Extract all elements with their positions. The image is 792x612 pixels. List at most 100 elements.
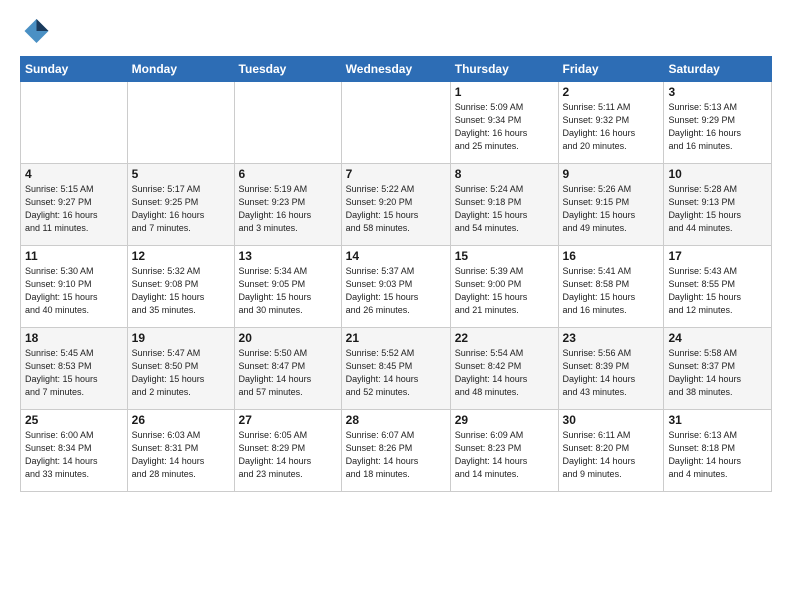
calendar-cell: 6 Sunrise: 5:19 AM Sunset: 9:23 PM Daylig…	[234, 164, 341, 246]
day-number: 28	[346, 413, 446, 427]
calendar-day-header: Sunday	[21, 57, 128, 82]
calendar-cell: 28 Sunrise: 6:07 AM Sunset: 8:26 PM Dayli…	[341, 410, 450, 492]
calendar-cell: 26 Sunrise: 6:03 AM Sunset: 8:31 PM Dayli…	[127, 410, 234, 492]
calendar-table: SundayMondayTuesdayWednesdayThursdayFrid…	[20, 56, 772, 492]
calendar-cell	[21, 82, 128, 164]
day-number: 8	[455, 167, 554, 181]
calendar-cell	[341, 82, 450, 164]
day-info: Sunrise: 6:07 AM Sunset: 8:26 PM Dayligh…	[346, 429, 446, 481]
calendar-cell: 29 Sunrise: 6:09 AM Sunset: 8:23 PM Dayli…	[450, 410, 558, 492]
calendar-body: 1Sunrise: 5:09 AM Sunset: 9:34 PM Daylig…	[21, 82, 772, 492]
calendar-cell: 8 Sunrise: 5:24 AM Sunset: 9:18 PM Daylig…	[450, 164, 558, 246]
day-info: Sunrise: 5:47 AM Sunset: 8:50 PM Dayligh…	[132, 347, 230, 399]
calendar-week-row: 4 Sunrise: 5:15 AM Sunset: 9:27 PM Daylig…	[21, 164, 772, 246]
day-info: Sunrise: 5:43 AM Sunset: 8:55 PM Dayligh…	[668, 265, 767, 317]
day-info: Sunrise: 5:28 AM Sunset: 9:13 PM Dayligh…	[668, 183, 767, 235]
calendar-cell: 11Sunrise: 5:30 AM Sunset: 9:10 PM Dayli…	[21, 246, 128, 328]
day-number: 2	[563, 85, 660, 99]
calendar-day-header: Wednesday	[341, 57, 450, 82]
calendar-cell: 25Sunrise: 6:00 AM Sunset: 8:34 PM Dayli…	[21, 410, 128, 492]
day-number: 10	[668, 167, 767, 181]
day-number: 30	[563, 413, 660, 427]
day-number: 14	[346, 249, 446, 263]
day-number: 27	[239, 413, 337, 427]
calendar-cell: 21 Sunrise: 5:52 AM Sunset: 8:45 PM Dayli…	[341, 328, 450, 410]
day-number: 19	[132, 331, 230, 345]
page: SundayMondayTuesdayWednesdayThursdayFrid…	[0, 0, 792, 612]
day-number: 7	[346, 167, 446, 181]
calendar-cell: 22Sunrise: 5:54 AM Sunset: 8:42 PM Dayli…	[450, 328, 558, 410]
day-info: Sunrise: 6:11 AM Sunset: 8:20 PM Dayligh…	[563, 429, 660, 481]
day-number: 24	[668, 331, 767, 345]
calendar-cell: 10 Sunrise: 5:28 AM Sunset: 9:13 PM Dayli…	[664, 164, 772, 246]
calendar-day-header: Tuesday	[234, 57, 341, 82]
day-number: 18	[25, 331, 123, 345]
calendar-cell	[234, 82, 341, 164]
calendar-cell: 3Sunrise: 5:13 AM Sunset: 9:29 PM Daylig…	[664, 82, 772, 164]
calendar-week-row: 1Sunrise: 5:09 AM Sunset: 9:34 PM Daylig…	[21, 82, 772, 164]
day-number: 21	[346, 331, 446, 345]
day-info: Sunrise: 5:26 AM Sunset: 9:15 PM Dayligh…	[563, 183, 660, 235]
header	[20, 16, 772, 46]
calendar-day-header: Saturday	[664, 57, 772, 82]
calendar-day-header: Thursday	[450, 57, 558, 82]
calendar-cell: 20 Sunrise: 5:50 AM Sunset: 8:47 PM Dayli…	[234, 328, 341, 410]
day-number: 4	[25, 167, 123, 181]
day-info: Sunrise: 5:30 AM Sunset: 9:10 PM Dayligh…	[25, 265, 123, 317]
day-info: Sunrise: 5:50 AM Sunset: 8:47 PM Dayligh…	[239, 347, 337, 399]
calendar-cell: 13 Sunrise: 5:34 AM Sunset: 9:05 PM Dayli…	[234, 246, 341, 328]
day-info: Sunrise: 5:54 AM Sunset: 8:42 PM Dayligh…	[455, 347, 554, 399]
calendar-week-row: 18 Sunrise: 5:45 AM Sunset: 8:53 PM Dayli…	[21, 328, 772, 410]
day-number: 29	[455, 413, 554, 427]
calendar-cell: 19 Sunrise: 5:47 AM Sunset: 8:50 PM Dayli…	[127, 328, 234, 410]
day-info: Sunrise: 5:34 AM Sunset: 9:05 PM Dayligh…	[239, 265, 337, 317]
calendar-cell: 15 Sunrise: 5:39 AM Sunset: 9:00 PM Dayli…	[450, 246, 558, 328]
day-number: 3	[668, 85, 767, 99]
day-info: Sunrise: 5:52 AM Sunset: 8:45 PM Dayligh…	[346, 347, 446, 399]
day-number: 26	[132, 413, 230, 427]
day-number: 12	[132, 249, 230, 263]
day-info: Sunrise: 5:37 AM Sunset: 9:03 PM Dayligh…	[346, 265, 446, 317]
day-info: Sunrise: 5:39 AM Sunset: 9:00 PM Dayligh…	[455, 265, 554, 317]
calendar-day-header: Monday	[127, 57, 234, 82]
day-number: 9	[563, 167, 660, 181]
day-info: Sunrise: 5:24 AM Sunset: 9:18 PM Dayligh…	[455, 183, 554, 235]
day-number: 17	[668, 249, 767, 263]
day-info: Sunrise: 6:05 AM Sunset: 8:29 PM Dayligh…	[239, 429, 337, 481]
calendar-cell: 23Sunrise: 5:56 AM Sunset: 8:39 PM Dayli…	[558, 328, 664, 410]
day-info: Sunrise: 5:58 AM Sunset: 8:37 PM Dayligh…	[668, 347, 767, 399]
day-info: Sunrise: 5:22 AM Sunset: 9:20 PM Dayligh…	[346, 183, 446, 235]
calendar-cell: 30 Sunrise: 6:11 AM Sunset: 8:20 PM Dayli…	[558, 410, 664, 492]
calendar-cell: 2 Sunrise: 5:11 AM Sunset: 9:32 PM Daylig…	[558, 82, 664, 164]
day-info: Sunrise: 5:19 AM Sunset: 9:23 PM Dayligh…	[239, 183, 337, 235]
day-info: Sunrise: 5:11 AM Sunset: 9:32 PM Dayligh…	[563, 101, 660, 153]
calendar-cell: 31Sunrise: 6:13 AM Sunset: 8:18 PM Dayli…	[664, 410, 772, 492]
day-number: 20	[239, 331, 337, 345]
day-number: 13	[239, 249, 337, 263]
calendar-header-row: SundayMondayTuesdayWednesdayThursdayFrid…	[21, 57, 772, 82]
day-info: Sunrise: 5:56 AM Sunset: 8:39 PM Dayligh…	[563, 347, 660, 399]
calendar-day-header: Friday	[558, 57, 664, 82]
calendar-cell: 12 Sunrise: 5:32 AM Sunset: 9:08 PM Dayli…	[127, 246, 234, 328]
calendar-cell: 17 Sunrise: 5:43 AM Sunset: 8:55 PM Dayli…	[664, 246, 772, 328]
day-info: Sunrise: 6:00 AM Sunset: 8:34 PM Dayligh…	[25, 429, 123, 481]
day-info: Sunrise: 6:03 AM Sunset: 8:31 PM Dayligh…	[132, 429, 230, 481]
calendar-cell: 1Sunrise: 5:09 AM Sunset: 9:34 PM Daylig…	[450, 82, 558, 164]
day-number: 31	[668, 413, 767, 427]
calendar-week-row: 11Sunrise: 5:30 AM Sunset: 9:10 PM Dayli…	[21, 246, 772, 328]
day-info: Sunrise: 5:15 AM Sunset: 9:27 PM Dayligh…	[25, 183, 123, 235]
calendar-cell: 18 Sunrise: 5:45 AM Sunset: 8:53 PM Dayli…	[21, 328, 128, 410]
day-number: 15	[455, 249, 554, 263]
day-info: Sunrise: 5:45 AM Sunset: 8:53 PM Dayligh…	[25, 347, 123, 399]
calendar-cell: 4 Sunrise: 5:15 AM Sunset: 9:27 PM Daylig…	[21, 164, 128, 246]
day-info: Sunrise: 5:32 AM Sunset: 9:08 PM Dayligh…	[132, 265, 230, 317]
day-number: 16	[563, 249, 660, 263]
day-number: 1	[455, 85, 554, 99]
day-number: 6	[239, 167, 337, 181]
logo-icon	[20, 16, 50, 46]
calendar-cell: 14 Sunrise: 5:37 AM Sunset: 9:03 PM Dayli…	[341, 246, 450, 328]
day-info: Sunrise: 5:17 AM Sunset: 9:25 PM Dayligh…	[132, 183, 230, 235]
day-info: Sunrise: 6:09 AM Sunset: 8:23 PM Dayligh…	[455, 429, 554, 481]
calendar-cell	[127, 82, 234, 164]
calendar-header: SundayMondayTuesdayWednesdayThursdayFrid…	[21, 57, 772, 82]
